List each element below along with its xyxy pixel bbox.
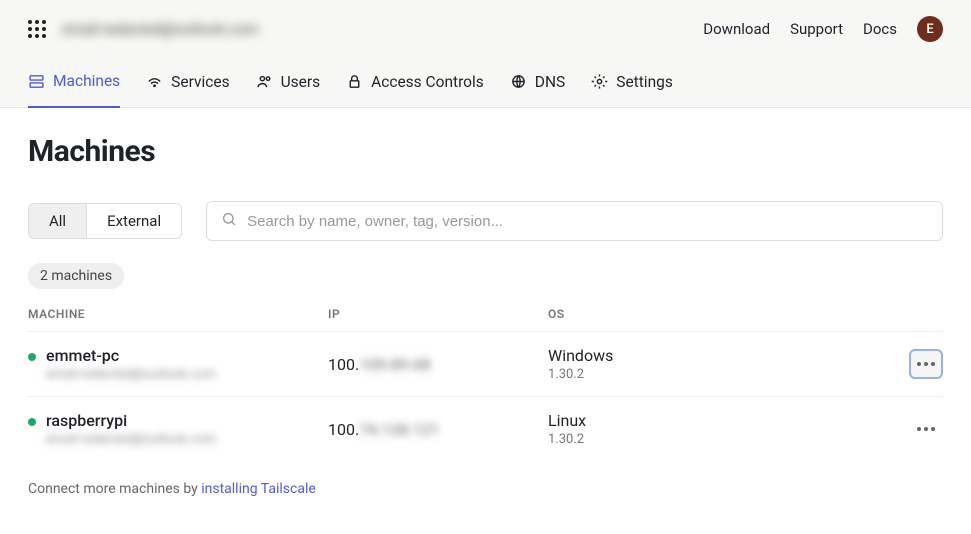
status-dot bbox=[28, 353, 36, 361]
download-link[interactable]: Download bbox=[703, 20, 770, 38]
row-actions-button[interactable] bbox=[909, 349, 943, 379]
avatar[interactable]: E bbox=[917, 16, 943, 42]
avatar-initial: E bbox=[926, 22, 933, 37]
table-row[interactable]: emmet-pc email-redacted@outlook.com 100.… bbox=[28, 331, 943, 396]
search-wrapper[interactable] bbox=[206, 201, 943, 241]
machine-cell: emmet-pc email-redacted@outlook.com bbox=[28, 346, 328, 382]
filter-external[interactable]: External bbox=[86, 204, 181, 238]
topbar: email-redacted@outlook.com Download Supp… bbox=[0, 0, 971, 58]
nav-bar: Machines Services Users Access Controls … bbox=[0, 58, 971, 108]
tab-dns[interactable]: DNS bbox=[510, 58, 565, 107]
ip-redacted: 74.128.121 bbox=[359, 420, 439, 439]
ip-prefix: 100. bbox=[328, 420, 359, 439]
topbar-left: email-redacted@outlook.com bbox=[28, 20, 258, 38]
status-dot bbox=[28, 418, 36, 426]
tab-label: Users bbox=[281, 73, 321, 91]
app-grid-icon[interactable] bbox=[28, 20, 46, 38]
machine-owner: email-redacted@outlook.com bbox=[46, 432, 216, 447]
tab-label: Settings bbox=[616, 73, 673, 91]
docs-link[interactable]: Docs bbox=[863, 20, 897, 38]
ip-cell: 100.109.89.68 bbox=[328, 355, 548, 374]
row-actions-button[interactable] bbox=[909, 414, 943, 444]
users-icon bbox=[256, 73, 273, 90]
machine-owner: email-redacted@outlook.com bbox=[46, 367, 216, 382]
col-machine: MACHINE bbox=[28, 307, 328, 321]
tab-label: Access Controls bbox=[371, 73, 484, 91]
os-name: Linux bbox=[548, 411, 883, 430]
ip-prefix: 100. bbox=[328, 355, 359, 374]
ip-cell: 100.74.128.121 bbox=[328, 420, 548, 439]
machine-cell: raspberrypi email-redacted@outlook.com bbox=[28, 411, 328, 447]
tab-label: Services bbox=[171, 73, 229, 91]
account-email[interactable]: email-redacted@outlook.com bbox=[62, 20, 258, 38]
page-title: Machines bbox=[28, 134, 943, 169]
os-name: Windows bbox=[548, 346, 883, 365]
machine-count-badge: 2 machines bbox=[28, 263, 124, 289]
tab-label: DNS bbox=[535, 73, 565, 91]
col-ip: IP bbox=[328, 307, 548, 321]
os-version: 1.30.2 bbox=[548, 432, 883, 447]
gear-icon bbox=[591, 73, 608, 90]
lock-icon bbox=[346, 73, 363, 90]
filter-all[interactable]: All bbox=[29, 204, 86, 238]
search-input[interactable] bbox=[247, 213, 928, 230]
footer-hint: Connect more machines by installing Tail… bbox=[28, 481, 943, 497]
os-cell: Windows 1.30.2 bbox=[548, 346, 883, 382]
globe-icon bbox=[510, 73, 527, 90]
main-content: Machines All External 2 machines MACHINE… bbox=[0, 108, 971, 523]
tab-services[interactable]: Services bbox=[146, 58, 229, 107]
support-link[interactable]: Support bbox=[790, 20, 843, 38]
more-icon bbox=[917, 427, 935, 431]
wifi-icon bbox=[146, 73, 163, 90]
tab-users[interactable]: Users bbox=[256, 58, 321, 107]
tab-settings[interactable]: Settings bbox=[591, 58, 673, 107]
col-os: OS bbox=[548, 307, 883, 321]
os-version: 1.30.2 bbox=[548, 367, 883, 382]
install-link[interactable]: installing Tailscale bbox=[201, 481, 316, 497]
more-icon bbox=[917, 362, 935, 366]
os-cell: Linux 1.30.2 bbox=[548, 411, 883, 447]
machine-name: emmet-pc bbox=[46, 346, 216, 365]
controls-row: All External bbox=[28, 201, 943, 241]
filter-toggle: All External bbox=[28, 203, 182, 239]
ip-redacted: 109.89.68 bbox=[359, 355, 430, 374]
topbar-right: Download Support Docs E bbox=[703, 16, 943, 42]
search-icon bbox=[221, 211, 237, 231]
table-header: MACHINE IP OS bbox=[28, 307, 943, 331]
machine-name: raspberrypi bbox=[46, 411, 216, 430]
tab-machines[interactable]: Machines bbox=[28, 58, 120, 108]
tab-label: Machines bbox=[53, 72, 120, 90]
footer-text: Connect more machines by bbox=[28, 481, 201, 497]
tab-access-controls[interactable]: Access Controls bbox=[346, 58, 484, 107]
table-row[interactable]: raspberrypi email-redacted@outlook.com 1… bbox=[28, 396, 943, 461]
machines-icon bbox=[28, 73, 45, 90]
